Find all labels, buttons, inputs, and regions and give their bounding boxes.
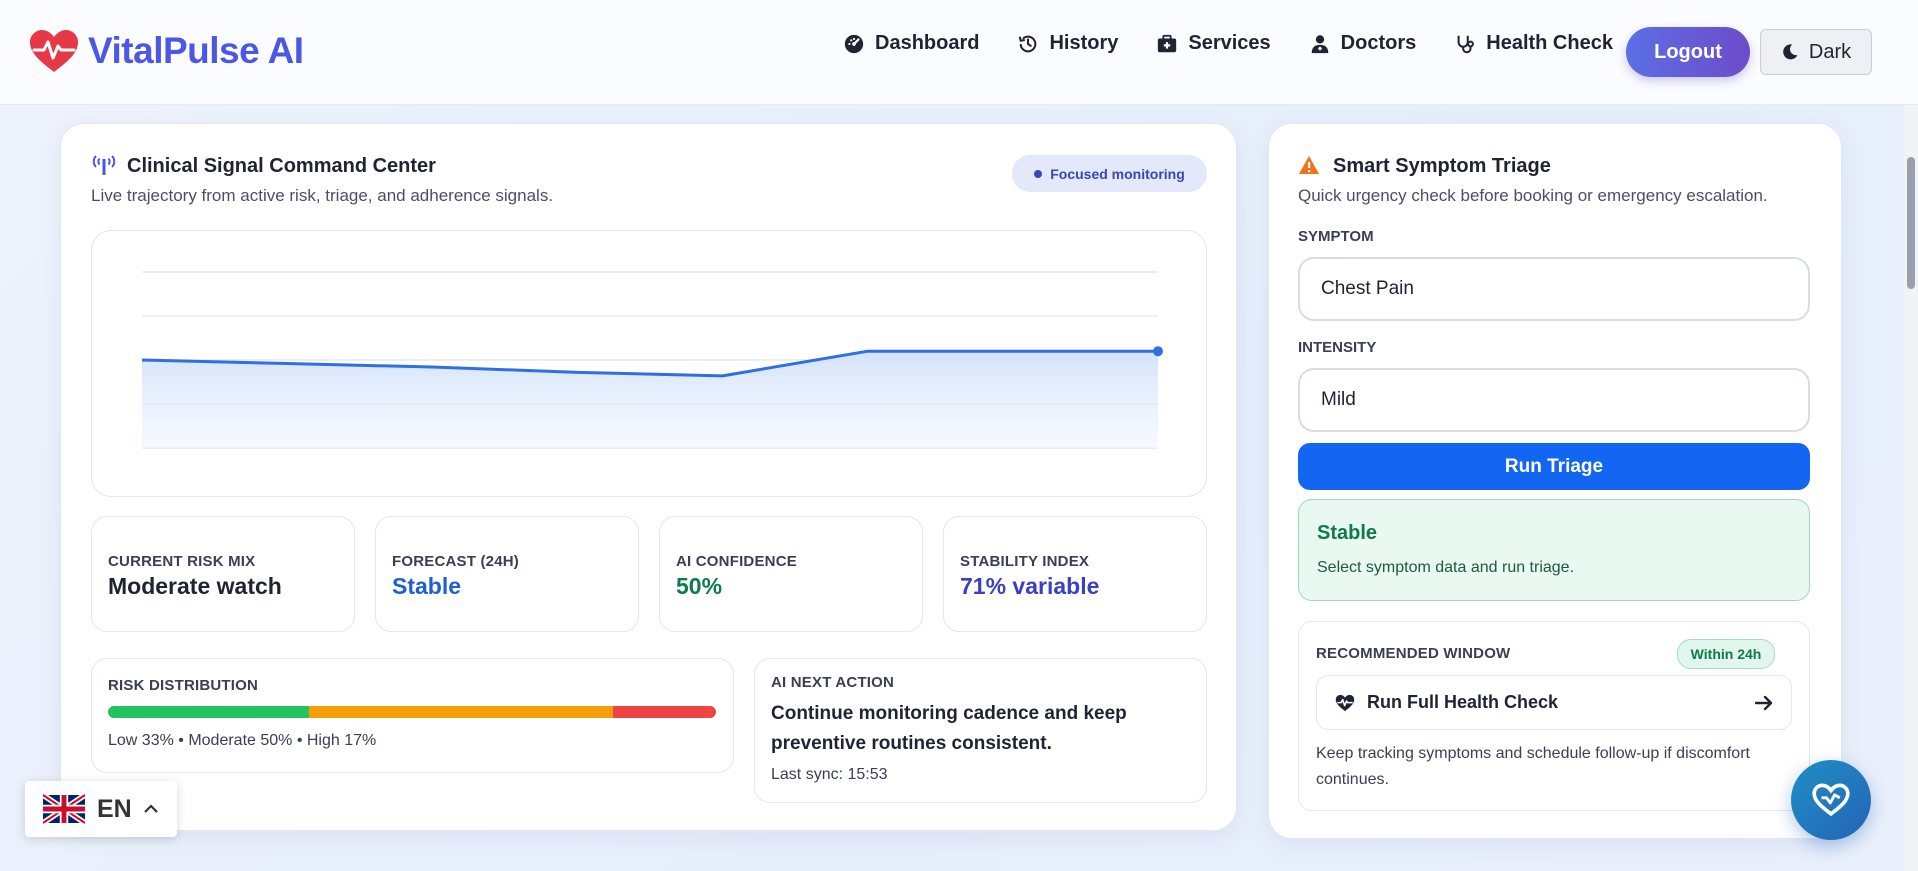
symptom-label: SYMPTOM bbox=[1298, 228, 1374, 245]
ai-next-action-text: Continue monitoring cadence and keep pre… bbox=[771, 703, 1127, 754]
main-nav: Dashboard History Services Doctors Healt… bbox=[843, 32, 1613, 55]
stat-value: 50% bbox=[676, 573, 723, 599]
badge-label: Focused monitoring bbox=[1050, 165, 1185, 182]
nav-services-label: Services bbox=[1188, 32, 1271, 54]
heart-icon bbox=[1812, 783, 1850, 817]
chart-last-point bbox=[1153, 346, 1163, 357]
stat-card-stability-index: STABILITY INDEX 71% variable bbox=[943, 516, 1207, 632]
uk-flag-icon bbox=[43, 794, 85, 824]
run-full-health-check-button[interactable]: Run Full Health Check bbox=[1316, 675, 1792, 730]
page-scrollbar[interactable] bbox=[1904, 105, 1918, 871]
chevron-up-icon bbox=[143, 804, 158, 813]
chart-area bbox=[142, 351, 1158, 448]
brand[interactable]: VitalPulse AI bbox=[28, 28, 304, 74]
brand-name: VitalPulse AI bbox=[88, 30, 304, 71]
risk-distribution-summary: Low 33% • Moderate 50% • High 17% bbox=[108, 732, 377, 749]
stethoscope-icon bbox=[1457, 35, 1475, 53]
clinical-signal-panel: Clinical Signal Command Center Live traj… bbox=[60, 123, 1237, 831]
health-check-label: Run Full Health Check bbox=[1367, 692, 1559, 712]
panel-subtitle: Live trajectory from active risk, triage… bbox=[91, 186, 554, 205]
arrow-right-icon bbox=[1755, 695, 1773, 710]
within-24h-badge: Within 24h bbox=[1677, 639, 1775, 669]
logout-button[interactable]: Logout bbox=[1626, 27, 1750, 77]
language-code: EN bbox=[97, 794, 132, 823]
nav-services[interactable]: Services bbox=[1156, 32, 1271, 55]
ai-next-action-card: AI NEXT ACTION Continue monitoring caden… bbox=[754, 658, 1207, 803]
medkit-icon bbox=[1158, 34, 1177, 52]
triage-result-text: Select symptom data and run triage. bbox=[1317, 559, 1575, 576]
stat-card-forecast: FORECAST (24H) Stable bbox=[375, 516, 639, 632]
triage-subtitle: Quick urgency check before booking or em… bbox=[1298, 186, 1768, 205]
stat-value: Stable bbox=[392, 573, 462, 599]
intensity-select[interactable]: Mild bbox=[1298, 368, 1810, 432]
doctor-icon bbox=[1311, 34, 1328, 53]
nav-dashboard[interactable]: Dashboard bbox=[843, 32, 979, 55]
stat-label: AI CONFIDENCE bbox=[676, 553, 797, 570]
risk-distribution-bar bbox=[108, 706, 716, 718]
dark-mode-toggle[interactable]: Dark bbox=[1760, 29, 1872, 75]
trajectory-chart bbox=[91, 230, 1207, 497]
trajectory-chart-svg bbox=[141, 271, 1163, 449]
language-selector[interactable]: EN bbox=[25, 781, 177, 837]
dark-mode-label: Dark bbox=[1808, 40, 1852, 63]
recommended-window-note: Keep tracking symptoms and schedule foll… bbox=[1316, 745, 1750, 788]
stat-value: 71% variable bbox=[960, 573, 1100, 599]
nav-health-check-label: Health Check bbox=[1486, 32, 1613, 54]
ai-next-action-label: AI NEXT ACTION bbox=[771, 674, 895, 691]
triage-title: Smart Symptom Triage bbox=[1333, 155, 1551, 177]
risk-segment-low bbox=[108, 706, 309, 718]
moon-icon bbox=[1783, 44, 1798, 60]
recommended-window-card: RECOMMENDED WINDOW Within 24h Run Full H… bbox=[1298, 621, 1810, 811]
risk-distribution-card: RISK DISTRIBUTION Low 33% • Moderate 50%… bbox=[91, 658, 734, 773]
last-sync: Last sync: 15:53 bbox=[771, 766, 888, 783]
history-icon bbox=[1019, 35, 1037, 52]
stat-label: STABILITY INDEX bbox=[960, 553, 1090, 570]
stat-value: Moderate watch bbox=[108, 573, 282, 599]
stat-label: FORECAST (24H) bbox=[392, 553, 519, 570]
triage-result: Stable Select symptom data and run triag… bbox=[1298, 499, 1810, 601]
recommended-window-label: RECOMMENDED WINDOW bbox=[1316, 645, 1511, 662]
warning-icon bbox=[1299, 156, 1319, 174]
symptom-triage-panel: Smart Symptom Triage Quick urgency check… bbox=[1268, 123, 1842, 839]
top-header: VitalPulse AI Dashboard History Services… bbox=[0, 0, 1918, 105]
assistant-fab-button[interactable] bbox=[1791, 760, 1871, 840]
intensity-label: INTENSITY bbox=[1298, 339, 1377, 356]
panel-title: Clinical Signal Command Center bbox=[127, 155, 436, 177]
stat-card-risk-mix: CURRENT RISK MIX Moderate watch bbox=[91, 516, 355, 632]
risk-segment-moderate bbox=[308, 706, 613, 718]
nav-doctors[interactable]: Doctors bbox=[1309, 32, 1417, 55]
nav-health-check[interactable]: Health Check bbox=[1454, 32, 1613, 55]
nav-history[interactable]: History bbox=[1017, 32, 1118, 55]
gauge-icon bbox=[844, 34, 864, 53]
symptom-select[interactable]: Chest Pain bbox=[1298, 257, 1810, 321]
heart-pulse-icon bbox=[1335, 694, 1355, 711]
nav-history-label: History bbox=[1049, 32, 1119, 54]
heart-pulse-icon bbox=[30, 30, 78, 72]
scrollbar-thumb[interactable] bbox=[1907, 157, 1915, 289]
stat-card-ai-confidence: AI CONFIDENCE 50% bbox=[659, 516, 923, 632]
triage-result-title: Stable bbox=[1317, 522, 1378, 544]
nav-doctors-label: Doctors bbox=[1340, 32, 1417, 54]
risk-segment-high bbox=[612, 706, 716, 718]
signal-antenna-icon bbox=[92, 155, 116, 175]
focused-monitoring-badge: Focused monitoring bbox=[1012, 155, 1207, 192]
risk-distribution-label: RISK DISTRIBUTION bbox=[108, 677, 259, 694]
status-dot bbox=[1034, 169, 1043, 178]
stat-label: CURRENT RISK MIX bbox=[108, 553, 256, 570]
nav-dashboard-label: Dashboard bbox=[875, 32, 980, 54]
run-triage-button[interactable]: Run Triage bbox=[1298, 443, 1810, 490]
